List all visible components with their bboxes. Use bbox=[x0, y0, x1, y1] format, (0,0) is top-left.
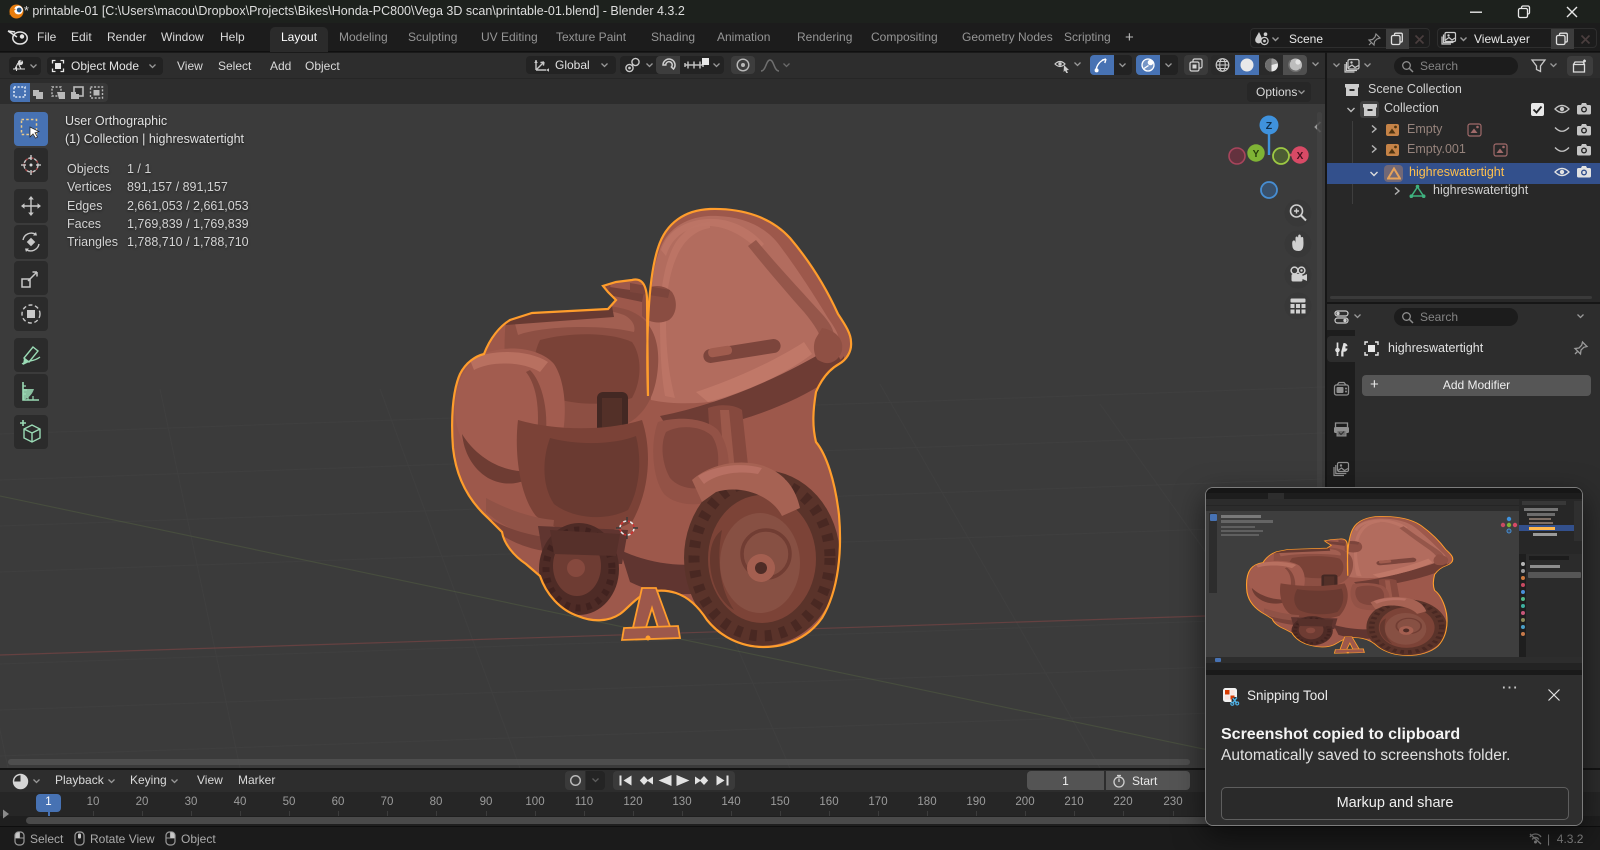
svg-text:Z: Z bbox=[1266, 120, 1273, 132]
svg-text:Y: Y bbox=[1253, 149, 1260, 160]
svg-text:X: X bbox=[1297, 151, 1304, 162]
